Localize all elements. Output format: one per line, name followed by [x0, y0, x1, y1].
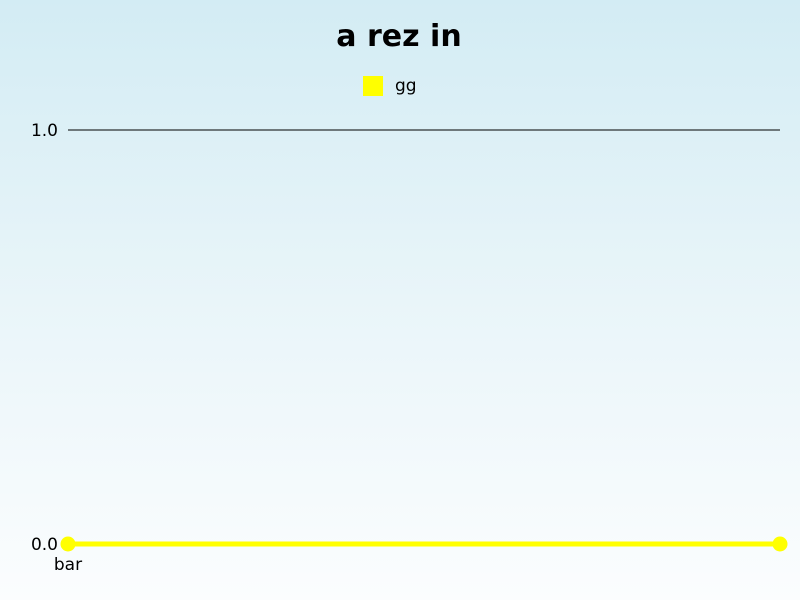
chart-container: a rez in gg 0.0 1.0 bar [0, 0, 800, 600]
x-axis-ticks: bar [54, 555, 82, 575]
data-point [60, 536, 76, 552]
series-layer [60, 536, 788, 552]
y-axis-ticks: 0.0 1.0 [31, 121, 58, 555]
y-tick-label: 1.0 [31, 121, 58, 141]
data-point [772, 536, 788, 552]
legend-label-gg: gg [395, 76, 417, 96]
legend-swatch-gg [363, 76, 383, 96]
chart-title: a rez in [336, 19, 461, 54]
line-chart: a rez in gg 0.0 1.0 bar [31, 19, 788, 575]
y-tick-label: 0.0 [31, 535, 58, 555]
x-tick-label: bar [54, 555, 82, 575]
grid-lines [68, 129, 780, 545]
legend: gg [363, 76, 417, 96]
